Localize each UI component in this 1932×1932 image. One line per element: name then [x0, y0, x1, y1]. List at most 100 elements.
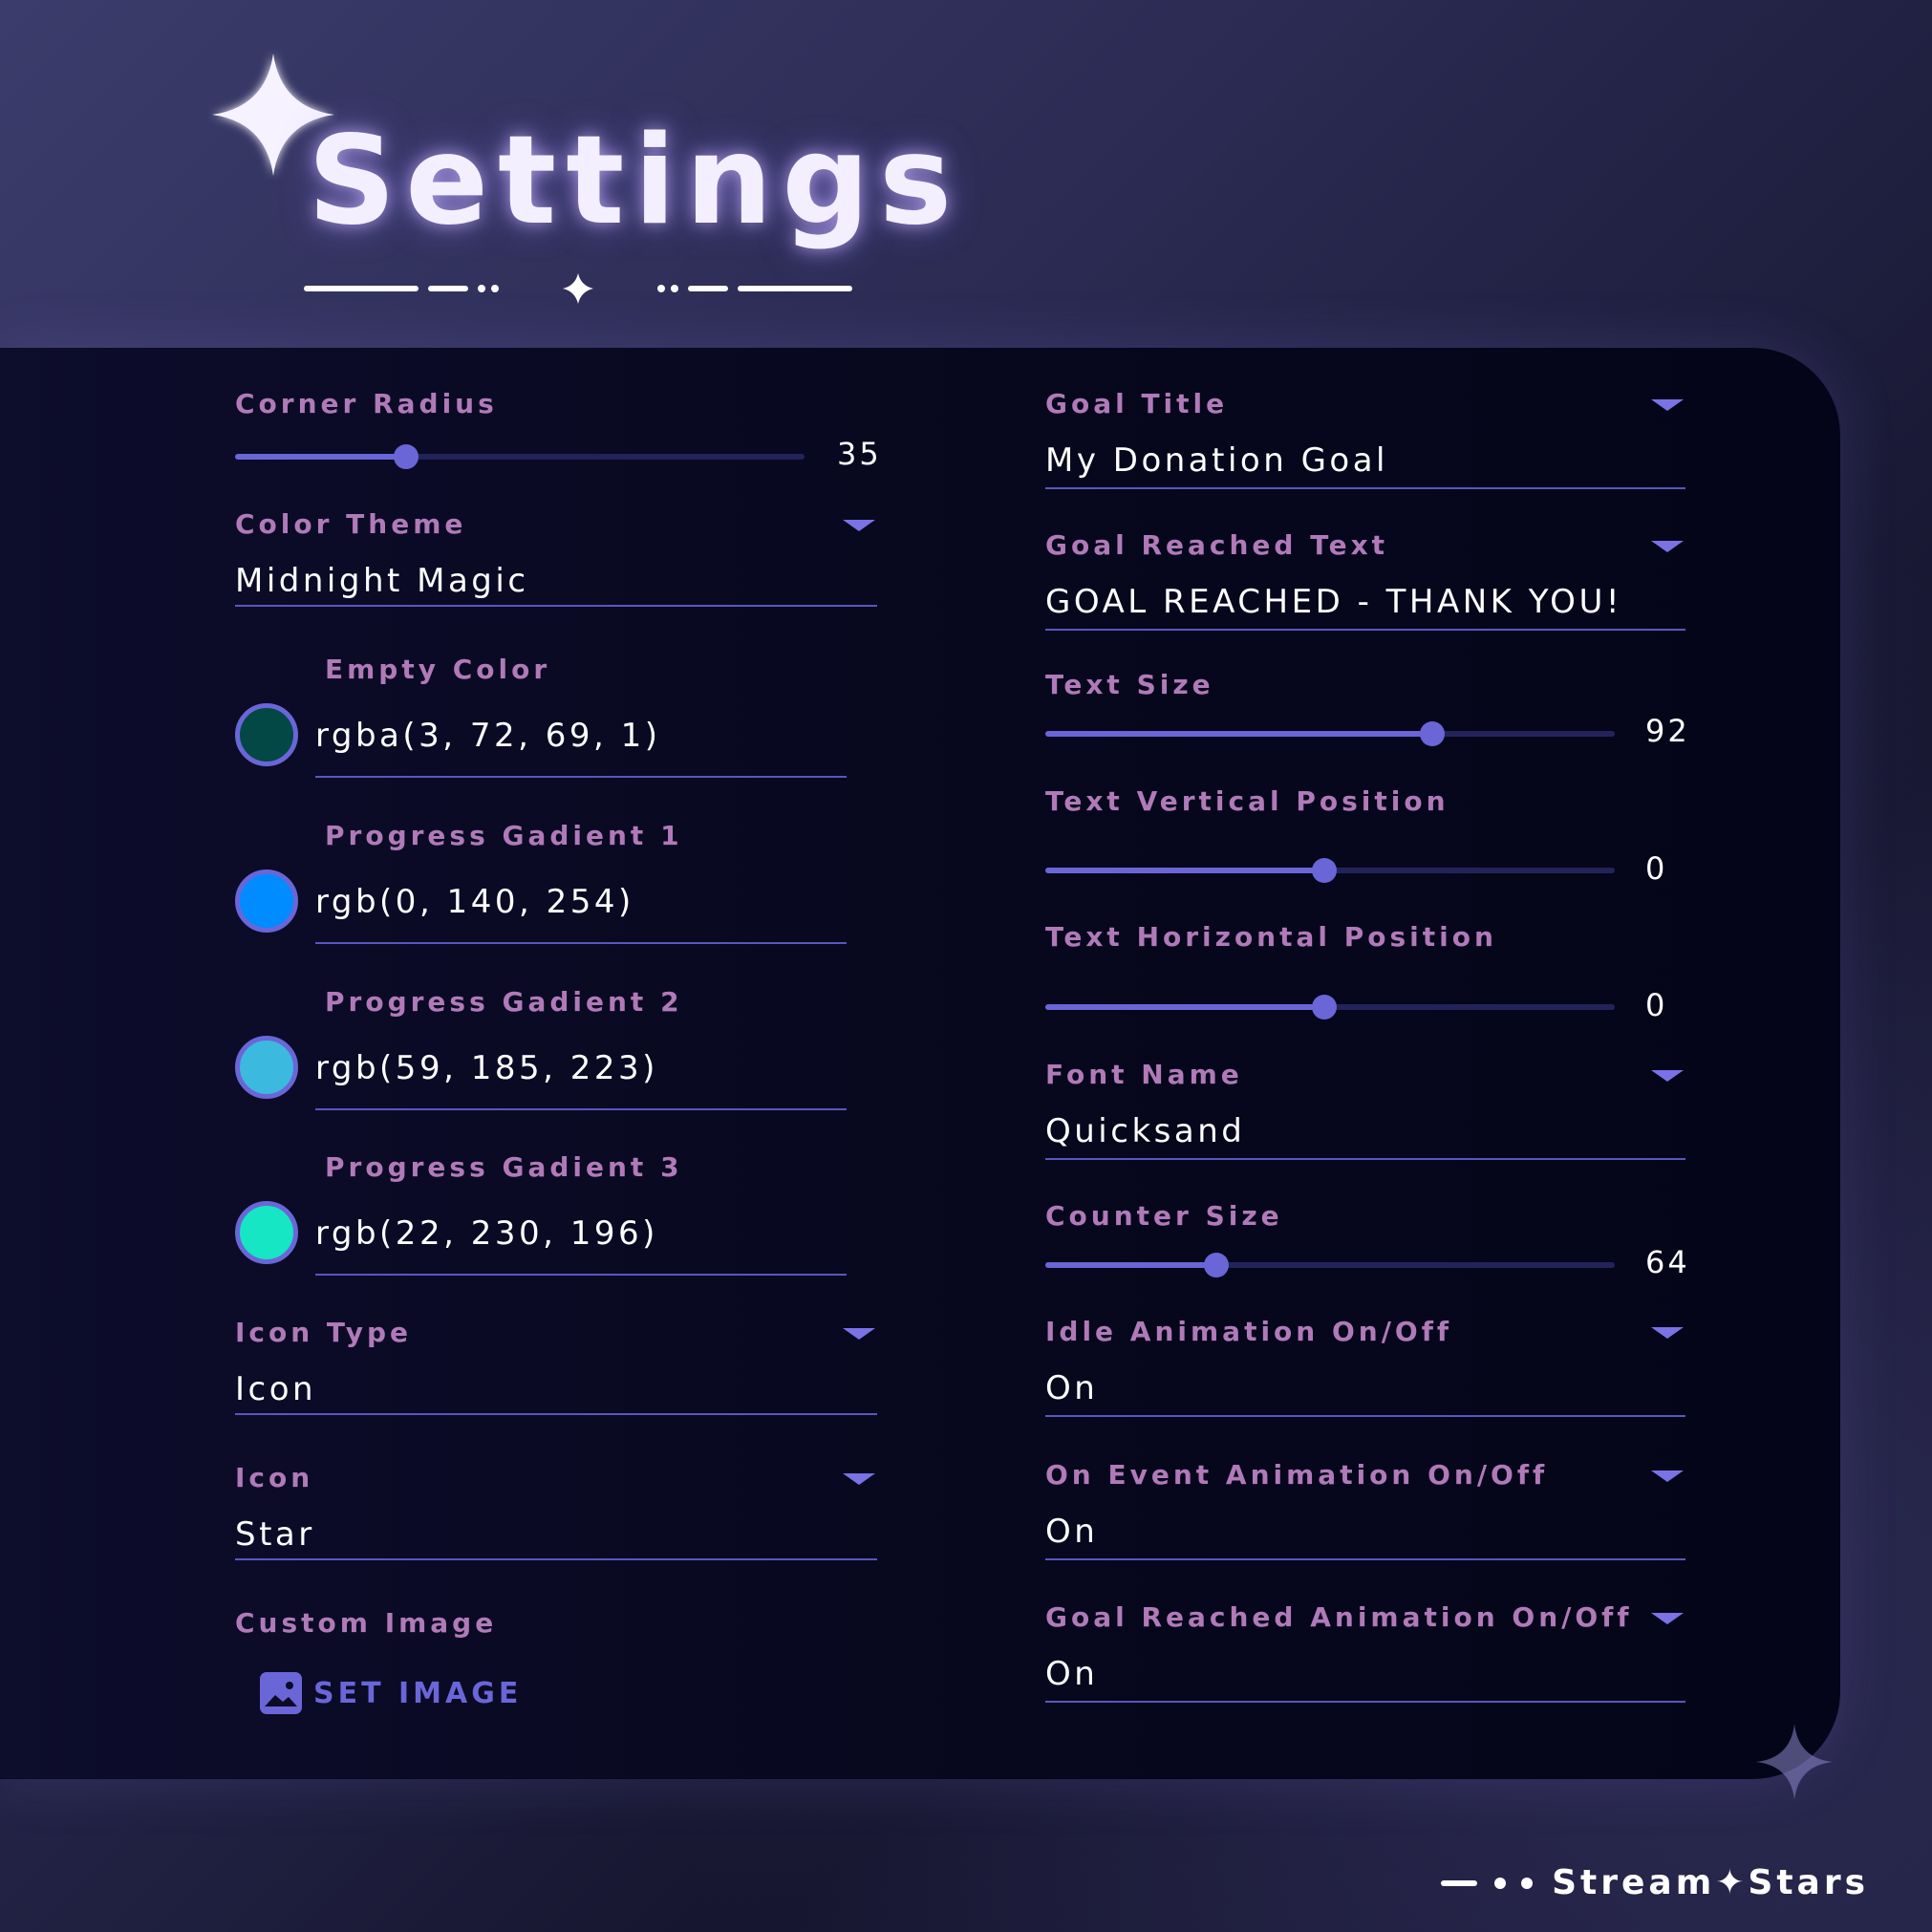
field-underline [235, 1413, 877, 1415]
font-name-value: Quicksand [1045, 1112, 1246, 1150]
corner-radius-slider[interactable] [235, 444, 805, 469]
icon-type-label: Icon Type [235, 1317, 412, 1348]
set-image-button[interactable]: SET IMAGE [260, 1672, 522, 1714]
chevron-down-icon[interactable] [1651, 1070, 1684, 1082]
field-underline [1045, 1558, 1685, 1560]
goal-title-value[interactable]: My Donation Goal [1045, 441, 1388, 480]
text-vertical-position-slider[interactable] [1045, 858, 1615, 883]
progress-gradient-3-value[interactable]: rgb(22, 230, 196) [315, 1214, 658, 1253]
text-vertical-position-value: 0 [1645, 850, 1668, 887]
idle-animation-value: On [1045, 1369, 1099, 1407]
text-horizontal-position-label: Text Horizontal Position [1045, 921, 1497, 953]
counter-size-label: Counter Size [1045, 1200, 1283, 1232]
text-horizontal-position-value: 0 [1645, 987, 1668, 1023]
progress-gradient-2-swatch[interactable] [235, 1036, 298, 1099]
progress-gradient-3-label: Progress Gadient 3 [325, 1151, 683, 1183]
text-horizontal-position-slider[interactable] [1045, 995, 1615, 1020]
brand-dot [1494, 1877, 1507, 1889]
color-theme-dropdown[interactable]: Color Theme Midnight Magic [235, 508, 877, 608]
title-divider-ornament [304, 273, 852, 304]
corner-radius-label: Corner Radius [235, 388, 498, 419]
text-size-label: Text Size [1045, 669, 1214, 700]
slider-thumb[interactable] [393, 444, 419, 469]
chevron-down-icon[interactable] [1651, 1613, 1684, 1624]
text-vertical-position-label: Text Vertical Position [1045, 785, 1449, 817]
custom-image-setting: Custom Image SET IMAGE [235, 1607, 877, 1722]
goal-reached-animation-label: Goal Reached Animation On/Off [1045, 1601, 1633, 1633]
brand-text: Stream✦Stars [1552, 1863, 1869, 1902]
field-underline [315, 1108, 847, 1110]
font-name-dropdown[interactable]: Font Name Quicksand [1045, 1059, 1685, 1160]
empty-color-setting: Empty Color rgba(3, 72, 69, 1) [235, 654, 847, 784]
goal-reached-animation-value: On [1045, 1655, 1099, 1693]
corner-radius-value: 35 [837, 436, 882, 472]
icon-dropdown[interactable]: Icon Star [235, 1462, 877, 1561]
counter-size-setting: Counter Size 64 [1045, 1200, 1687, 1280]
settings-panel: Corner Radius 35 Color Theme Midnight Ma… [0, 348, 1840, 1779]
progress-gradient-3-setting: Progress Gadient 3 rgb(22, 230, 196) [235, 1151, 847, 1281]
idle-animation-dropdown[interactable]: Idle Animation On/Off On [1045, 1316, 1685, 1417]
field-underline [315, 776, 847, 778]
chevron-down-icon[interactable] [1651, 1470, 1684, 1482]
chevron-down-icon[interactable] [1651, 1327, 1684, 1339]
field-underline [1045, 487, 1685, 489]
icon-label: Icon [235, 1462, 314, 1493]
slider-fill [1045, 1004, 1325, 1010]
goal-reached-text-label: Goal Reached Text [1045, 529, 1389, 561]
slider-thumb[interactable] [1203, 1253, 1229, 1277]
field-underline [1045, 1701, 1685, 1703]
progress-gradient-2-label: Progress Gadient 2 [325, 986, 683, 1018]
set-image-label: SET IMAGE [313, 1676, 523, 1710]
chevron-down-icon[interactable] [843, 1473, 875, 1485]
slider-thumb[interactable] [1312, 995, 1338, 1020]
chevron-down-icon[interactable] [1651, 541, 1684, 552]
corner-radius-setting: Corner Radius 35 [235, 388, 879, 472]
text-size-setting: Text Size 92 [1045, 669, 1687, 749]
field-underline [315, 1274, 847, 1276]
field-underline [1045, 629, 1685, 631]
text-size-slider[interactable] [1045, 721, 1615, 746]
slider-fill [1045, 731, 1433, 737]
icon-value: Star [235, 1515, 315, 1554]
custom-image-label: Custom Image [235, 1607, 498, 1639]
counter-size-value: 64 [1645, 1244, 1690, 1280]
progress-gradient-1-label: Progress Gadient 1 [325, 820, 683, 851]
brand-dot [1521, 1877, 1534, 1889]
goal-title-dropdown[interactable]: Goal Title My Donation Goal [1045, 388, 1685, 489]
slider-thumb[interactable] [1312, 858, 1338, 883]
color-theme-value: Midnight Magic [235, 562, 529, 600]
on-event-animation-dropdown[interactable]: On Event Animation On/Off On [1045, 1459, 1685, 1560]
progress-gradient-1-value[interactable]: rgb(0, 140, 254) [315, 883, 634, 921]
field-underline [235, 605, 877, 607]
goal-reached-animation-dropdown[interactable]: Goal Reached Animation On/Off On [1045, 1601, 1685, 1703]
on-event-animation-label: On Event Animation On/Off [1045, 1459, 1549, 1491]
field-underline [235, 1558, 877, 1560]
progress-gradient-2-setting: Progress Gadient 2 rgb(59, 185, 223) [235, 986, 847, 1116]
counter-size-slider[interactable] [1045, 1253, 1615, 1277]
sparkle-icon [1756, 1724, 1833, 1800]
empty-color-value[interactable]: rgba(3, 72, 69, 1) [315, 717, 661, 755]
font-name-label: Font Name [1045, 1059, 1243, 1090]
chevron-down-icon[interactable] [843, 1328, 875, 1340]
field-underline [1045, 1415, 1685, 1417]
image-icon [260, 1672, 302, 1714]
chevron-down-icon[interactable] [1651, 399, 1684, 411]
progress-gradient-3-swatch[interactable] [235, 1201, 298, 1264]
slider-thumb[interactable] [1420, 721, 1446, 746]
progress-gradient-2-value[interactable]: rgb(59, 185, 223) [315, 1049, 658, 1087]
page-title: Settings [308, 110, 962, 252]
on-event-animation-value: On [1045, 1513, 1099, 1551]
slider-fill [235, 454, 406, 460]
field-underline [315, 942, 847, 944]
text-size-value: 92 [1645, 713, 1690, 749]
icon-type-dropdown[interactable]: Icon Type Icon [235, 1317, 877, 1416]
goal-reached-text-dropdown[interactable]: Goal Reached Text GOAL REACHED - THANK Y… [1045, 529, 1685, 631]
goal-reached-text-value[interactable]: GOAL REACHED - THANK YOU! [1045, 583, 1622, 621]
color-theme-label: Color Theme [235, 508, 467, 540]
slider-fill [1045, 868, 1325, 873]
empty-color-swatch[interactable] [235, 703, 298, 766]
progress-gradient-1-swatch[interactable] [235, 869, 298, 933]
empty-color-label: Empty Color [325, 654, 551, 685]
chevron-down-icon[interactable] [843, 520, 875, 531]
slider-fill [1045, 1262, 1216, 1268]
